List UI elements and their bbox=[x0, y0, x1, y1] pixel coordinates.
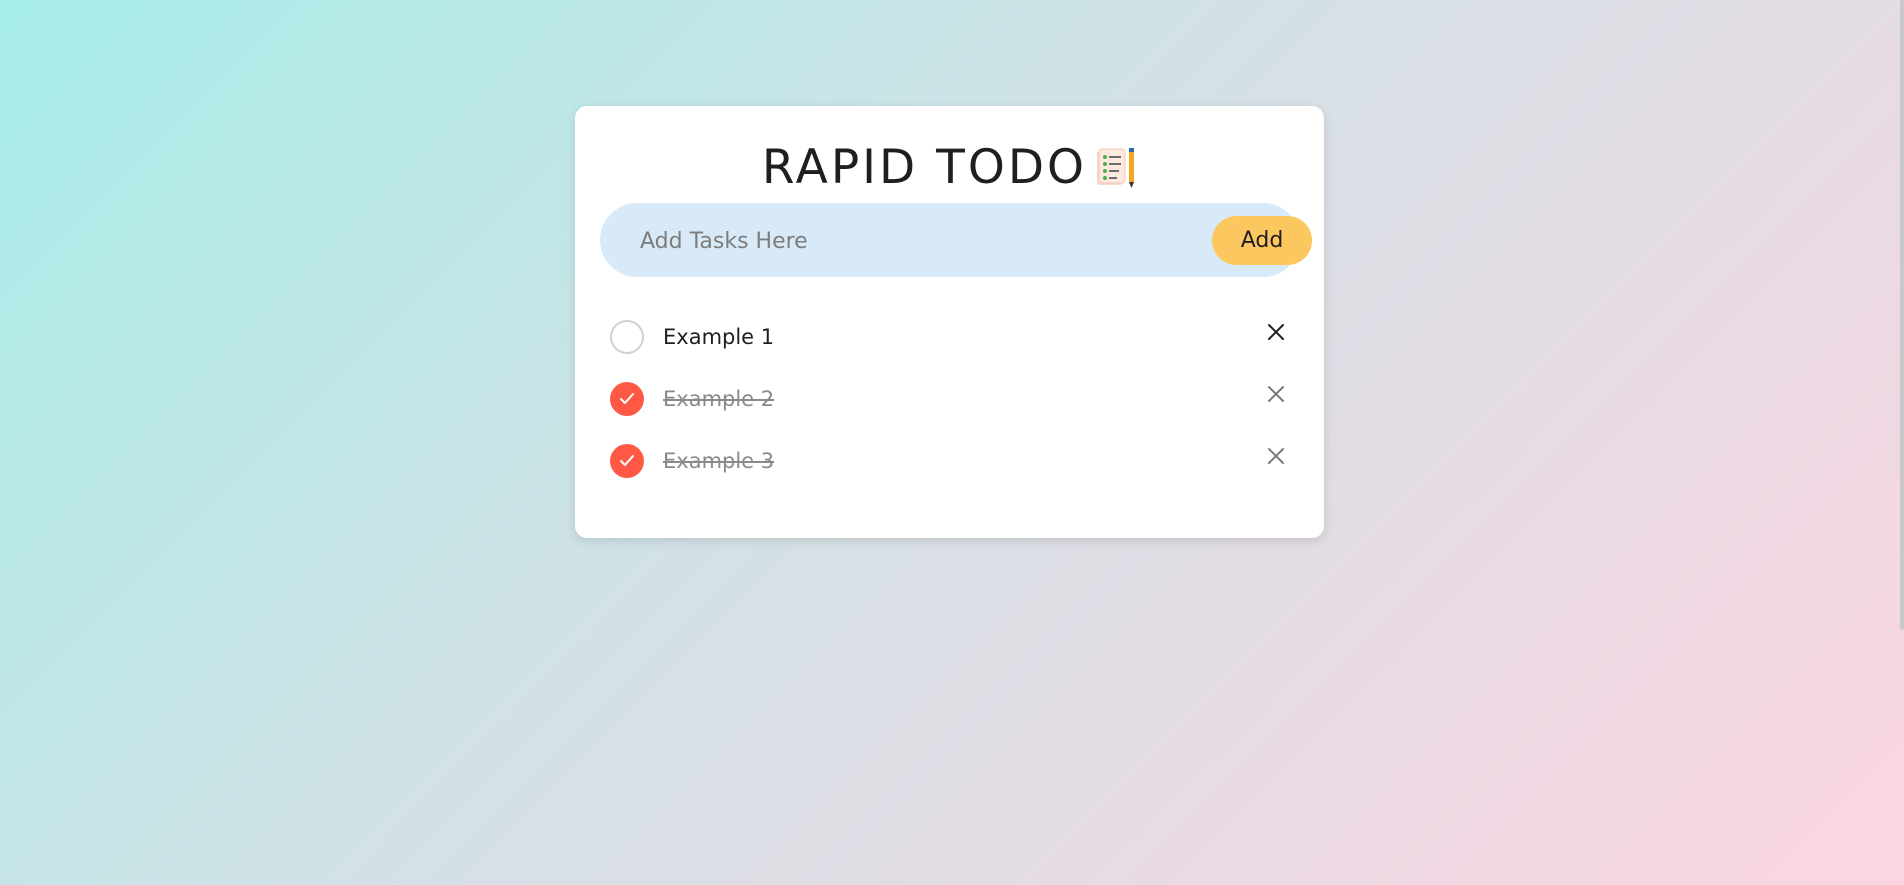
task-checkbox[interactable] bbox=[610, 444, 644, 478]
task-label[interactable]: Example 2 bbox=[663, 385, 774, 413]
close-icon[interactable] bbox=[1264, 444, 1288, 468]
header: RAPID TODO bbox=[575, 136, 1324, 200]
app-title: RAPID TODO bbox=[761, 140, 1088, 195]
todo-card: RAPID TODO Add Ex bbox=[575, 106, 1324, 538]
add-button[interactable]: Add bbox=[1212, 216, 1312, 265]
check-icon bbox=[620, 455, 634, 466]
task-item: Example 3 bbox=[575, 430, 1324, 492]
task-checkbox[interactable] bbox=[610, 320, 644, 354]
task-item: Example 2 bbox=[575, 368, 1324, 430]
task-item: Example 1 bbox=[575, 306, 1324, 368]
close-icon[interactable] bbox=[1264, 320, 1288, 344]
task-label[interactable]: Example 3 bbox=[663, 447, 774, 475]
task-checkbox[interactable] bbox=[610, 382, 644, 416]
close-icon[interactable] bbox=[1264, 382, 1288, 406]
add-task-bar: Add bbox=[600, 203, 1312, 277]
task-input[interactable] bbox=[638, 221, 1172, 261]
page-scrollbar[interactable] bbox=[1900, 0, 1904, 630]
check-icon bbox=[620, 393, 634, 404]
task-label[interactable]: Example 1 bbox=[663, 323, 774, 351]
notepad-pencil-icon bbox=[1095, 146, 1137, 190]
